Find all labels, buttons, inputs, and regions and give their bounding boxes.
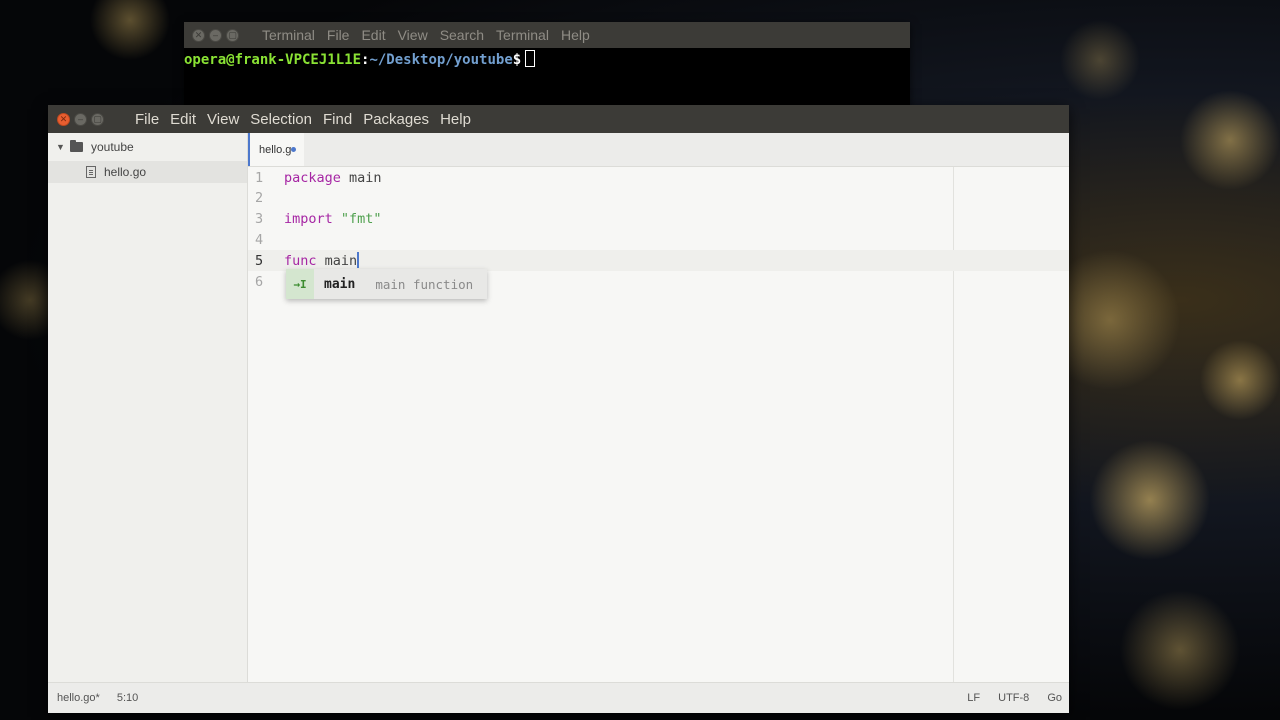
minimize-icon[interactable]: – xyxy=(209,28,222,42)
line-number: 6 xyxy=(255,273,264,290)
menu-view[interactable]: View xyxy=(398,27,428,43)
chevron-down-icon[interactable]: ▼ xyxy=(56,142,70,152)
atom-window-controls: ✕ – ▢ xyxy=(48,112,135,126)
status-cursor-position[interactable]: 5:10 xyxy=(117,692,138,704)
code-token: main xyxy=(316,253,358,270)
terminal-output[interactable]: opera@frank-VPCEJ1L1E:~/Desktop/youtube$ xyxy=(184,48,910,68)
menu-find[interactable]: Find xyxy=(323,111,352,128)
terminal-titlebar: ✕ – ▢ Terminal File Edit View Search Ter… xyxy=(184,22,910,48)
menu-help[interactable]: Help xyxy=(561,27,590,43)
line-number: 4 xyxy=(255,231,264,248)
line-number: 1 xyxy=(255,169,264,186)
atom-titlebar: ✕ – ▢ File Edit View Selection Find Pack… xyxy=(48,105,1069,133)
file-label: hello.go xyxy=(104,165,147,179)
code-line[interactable]: 3 import "fmt" xyxy=(248,209,1069,230)
menu-edit[interactable]: Edit xyxy=(361,27,385,43)
status-line-ending[interactable]: LF xyxy=(967,692,980,704)
terminal-cursor xyxy=(525,50,536,67)
menu-packages[interactable]: Packages xyxy=(363,111,429,128)
code-string: "fmt" xyxy=(340,211,382,228)
autocomplete-description: main function xyxy=(375,276,474,292)
tree-view: ▼ youtube hello.go xyxy=(48,133,248,683)
folder-icon xyxy=(70,140,83,152)
atom-menubar: File Edit View Selection Find Packages H… xyxy=(135,111,471,128)
terminal-window-controls: ✕ – ▢ xyxy=(184,28,262,42)
close-icon[interactable]: ✕ xyxy=(57,112,70,126)
code-line[interactable]: 2 xyxy=(248,188,1069,209)
prompt-user: opera@frank-VPCEJ1L1E xyxy=(184,52,362,68)
line-number: 2 xyxy=(255,190,264,207)
menu-terminal-2[interactable]: Terminal xyxy=(496,27,549,43)
line-number: 3 xyxy=(255,211,264,228)
status-grammar[interactable]: Go xyxy=(1047,692,1062,704)
menu-help[interactable]: Help xyxy=(440,111,471,128)
menu-terminal[interactable]: Terminal xyxy=(262,27,315,43)
code-keyword: package xyxy=(284,169,341,186)
code-keyword: import xyxy=(284,211,333,228)
code-text: func main xyxy=(276,252,359,269)
file-text-icon xyxy=(86,166,96,178)
code-text: import "fmt" xyxy=(276,211,382,227)
tab-hello-go[interactable]: hello.g xyxy=(248,133,304,166)
autocomplete-suggestion[interactable]: main xyxy=(314,277,355,292)
maximize-icon[interactable]: ▢ xyxy=(226,28,239,42)
code-token: main xyxy=(340,169,382,186)
status-bar: hello.go* 5:10 LF UTF-8 Go xyxy=(48,682,1069,713)
menu-selection[interactable]: Selection xyxy=(250,111,312,128)
snippet-icon: →I xyxy=(286,269,314,299)
text-cursor xyxy=(357,252,359,269)
line-number: 5 xyxy=(255,252,264,269)
modified-indicator-icon xyxy=(291,147,297,152)
terminal-menubar: Terminal File Edit View Search Terminal … xyxy=(262,27,590,43)
terminal-window[interactable]: ✕ – ▢ Terminal File Edit View Search Ter… xyxy=(184,22,910,108)
autocomplete-popup[interactable]: →I main main function xyxy=(286,269,487,299)
code-keyword: func xyxy=(284,253,317,270)
close-icon[interactable]: ✕ xyxy=(192,28,205,42)
menu-search[interactable]: Search xyxy=(440,27,484,43)
menu-file[interactable]: File xyxy=(135,111,159,128)
atom-window[interactable]: ✕ – ▢ File Edit View Selection Find Pack… xyxy=(48,105,1069,713)
tab-label: hello.g xyxy=(259,143,292,156)
folder-label: youtube xyxy=(91,140,134,154)
tab-bar: hello.g xyxy=(248,133,1069,167)
code-line[interactable]: 1 package main xyxy=(248,167,1069,188)
text-editor[interactable]: 1 package main 2 3 import "fmt" 4 5 func main 6 … xyxy=(248,167,1069,683)
prompt-symbol: $ xyxy=(512,52,522,68)
menu-file[interactable]: File xyxy=(327,27,350,43)
maximize-icon[interactable]: ▢ xyxy=(91,112,104,126)
code-text: package main xyxy=(276,170,382,186)
menu-view[interactable]: View xyxy=(207,111,239,128)
tree-folder-youtube[interactable]: ▼ youtube xyxy=(48,133,247,161)
code-line[interactable]: 4 xyxy=(248,229,1069,250)
tree-file-hello-go[interactable]: hello.go xyxy=(48,161,247,183)
minimize-icon[interactable]: – xyxy=(74,112,87,126)
prompt-path: ~/Desktop/youtube xyxy=(369,52,513,68)
menu-edit[interactable]: Edit xyxy=(170,111,196,128)
status-encoding[interactable]: UTF-8 xyxy=(998,692,1029,704)
status-file-name[interactable]: hello.go* xyxy=(57,692,100,704)
